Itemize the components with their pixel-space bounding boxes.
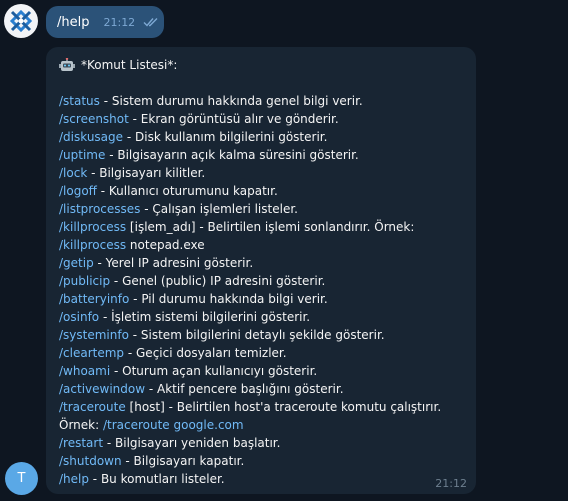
command-link[interactable]: /getip — [59, 256, 94, 270]
command-line: /systeminfo - Sistem bilgilerini detaylı… — [59, 326, 462, 344]
command-link[interactable]: /killprocess — [59, 238, 126, 252]
command-line: /activewindow - Aktif pencere başlığını … — [59, 380, 462, 398]
command-line: /help - Bu komutları listeler. — [59, 470, 462, 488]
command-description: - Disk kullanım bilgilerini gösterir. — [123, 130, 328, 144]
command-link[interactable]: /listprocesses — [59, 202, 140, 216]
command-link[interactable]: /logoff — [59, 184, 97, 198]
command-line: /status - Sistem durumu hakkında genel b… — [59, 92, 462, 110]
command-link[interactable]: /batteryinfo — [59, 292, 129, 306]
command-link[interactable]: /shutdown — [59, 454, 122, 468]
command-line: /killprocess notepad.exe — [59, 236, 462, 254]
command-line: /traceroute [host] - Belirtilen host'a t… — [59, 398, 462, 416]
command-line: /publicip - Genel (public) IP adresini g… — [59, 272, 462, 290]
command-line: /logoff - Kullanıcı oturumunu kapatır. — [59, 182, 462, 200]
command-line: /osinfo - İşletim sistemi bilgilerini gö… — [59, 308, 462, 326]
command-description: - Sistem bilgilerini detaylı şekilde gös… — [128, 328, 385, 342]
command-description: - Genel (public) IP adresini gösterir. — [110, 274, 326, 288]
command-description: - Bu komutları listeler. — [88, 472, 225, 486]
command-description: - Geçici dosyaları temizler. — [124, 346, 287, 360]
command-link[interactable]: /lock — [59, 166, 87, 180]
command-line: /diskusage - Disk kullanım bilgilerini g… — [59, 128, 462, 146]
bot-logo-icon — [9, 9, 33, 33]
command-line: /restart - Bilgisayarı yeniden başlatır. — [59, 434, 462, 452]
command-list: /status - Sistem durumu hakkında genel b… — [59, 92, 462, 488]
command-description: - Oturum açan kullanıcıyı gösterir. — [110, 364, 318, 378]
command-description: - Sistem durumu hakkında genel bilgi ver… — [99, 94, 363, 108]
user-avatar[interactable]: T — [5, 462, 38, 495]
command-line: /killprocess [işlem_adı] - Belirtilen iş… — [59, 218, 462, 236]
user-avatar-letter: T — [17, 471, 26, 486]
command-line: /shutdown - Bilgisayarı kapatır. — [59, 452, 462, 470]
command-line: /batteryinfo - Pil durumu hakkında bilgi… — [59, 290, 462, 308]
command-description: [işlem_adı] - Belirtilen işlemi sonlandı… — [126, 220, 415, 234]
command-description: - Çalışan işlemleri listeler. — [140, 202, 298, 216]
command-description: - Kullanıcı oturumunu kapatır. — [96, 184, 278, 198]
command-prefix: Örnek: — [59, 418, 103, 432]
command-link[interactable]: /publicip — [59, 274, 110, 288]
command-description: [host] - Belirtilen host'a traceroute ko… — [125, 400, 442, 414]
incoming-message[interactable]: *Komut Listesi*: /status - Sistem durumu… — [46, 47, 476, 494]
command-link[interactable]: /help — [59, 472, 89, 486]
command-link[interactable]: /status — [59, 94, 100, 108]
command-link[interactable]: /activewindow — [59, 382, 145, 396]
double-check-icon — [143, 17, 160, 27]
command-description: - Aktif pencere başlığını gösterir. — [145, 382, 344, 396]
command-description: - İşletim sistemi bilgilerini gösterir. — [99, 310, 311, 324]
outgoing-message-text: /help — [57, 14, 90, 30]
command-link[interactable]: /whoami — [59, 364, 110, 378]
command-link[interactable]: /restart — [59, 436, 103, 450]
incoming-message-time: 21:12 — [435, 477, 467, 490]
command-description: - Ekran görüntüsü alır ve gönderir. — [128, 112, 339, 126]
command-link[interactable]: /traceroute — [59, 400, 126, 414]
command-line: /listprocesses - Çalışan işlemleri liste… — [59, 200, 462, 218]
command-line: /whoami - Oturum açan kullanıcıyı göster… — [59, 362, 462, 380]
command-link[interactable]: /uptime — [59, 148, 105, 162]
command-description: - Yerel IP adresini gösterir. — [93, 256, 254, 270]
command-line: /lock - Bilgisayarı kilitler. — [59, 164, 462, 182]
robot-icon — [59, 58, 75, 72]
command-description: - Bilgisayarın açık kalma süresini göste… — [105, 148, 359, 162]
command-description: - Pil durumu hakkında bilgi verir. — [129, 292, 328, 306]
command-line: /screenshot - Ekran görüntüsü alır ve gö… — [59, 110, 462, 128]
command-description: - Bilgisayarı kilitler. — [87, 166, 206, 180]
command-line: Örnek: /traceroute google.com — [59, 416, 462, 434]
command-link[interactable]: /osinfo — [59, 310, 99, 324]
command-link[interactable]: /killprocess — [59, 220, 126, 234]
command-link[interactable]: /traceroute google.com — [103, 418, 244, 432]
message-header-text: *Komut Listesi*: — [81, 58, 178, 72]
command-line: /getip - Yerel IP adresini gösterir. — [59, 254, 462, 272]
command-link[interactable]: /systeminfo — [59, 328, 129, 342]
command-line: /uptime - Bilgisayarın açık kalma süresi… — [59, 146, 462, 164]
command-link[interactable]: /screenshot — [59, 112, 129, 126]
command-description: - Bilgisayarı kapatır. — [121, 454, 245, 468]
outgoing-message-time: 21:12 — [103, 15, 136, 29]
outgoing-message[interactable]: /help 21:12 — [46, 6, 164, 38]
command-link[interactable]: /cleartemp — [59, 346, 124, 360]
command-line: /cleartemp - Geçici dosyaları temizler. — [59, 344, 462, 362]
bot-avatar[interactable] — [4, 4, 38, 38]
command-description: - Bilgisayarı yeniden başlatır. — [103, 436, 281, 450]
command-link[interactable]: /diskusage — [59, 130, 123, 144]
message-header: *Komut Listesi*: — [59, 56, 462, 74]
command-description: notepad.exe — [126, 238, 205, 252]
